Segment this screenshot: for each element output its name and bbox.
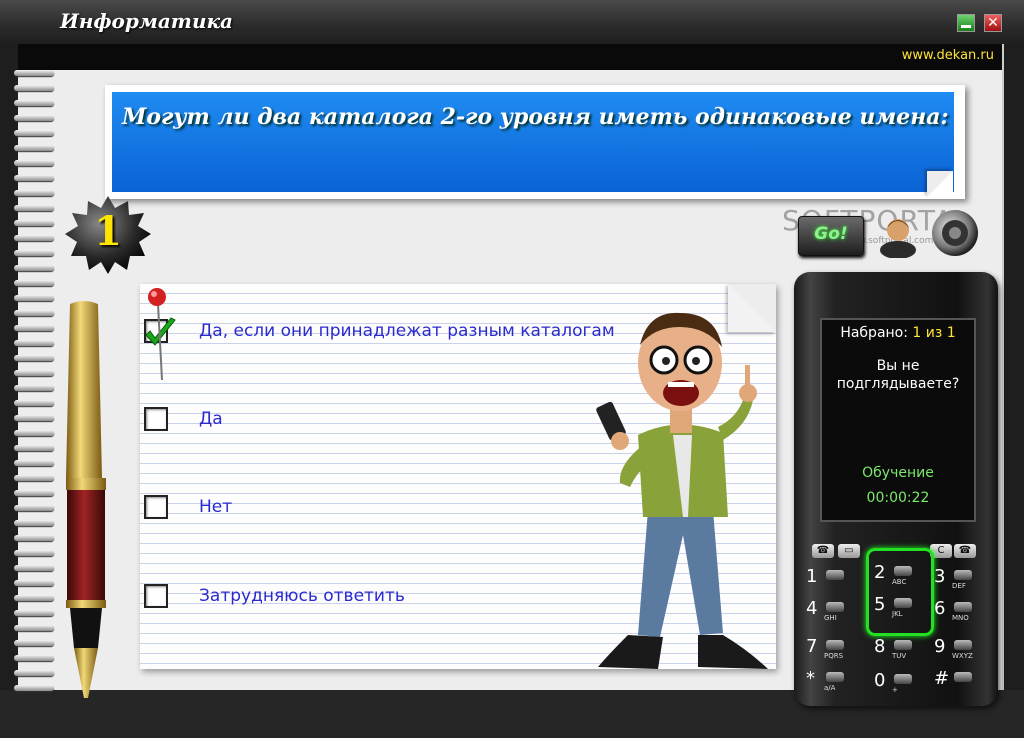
question-panel: Могут ли два каталога 2-го уровня иметь …	[112, 92, 954, 192]
notebook-ring	[14, 535, 54, 541]
key-6[interactable]: 6 MNO	[932, 598, 982, 628]
answer-option[interactable]: Да	[140, 399, 660, 439]
dialed-status: Набрано: 1 из 1	[822, 325, 974, 341]
notebook-ring	[14, 115, 54, 121]
key-7[interactable]: 7 PQRS	[804, 636, 854, 666]
key-2[interactable]: 2 ABC	[872, 562, 922, 592]
notebook-ring	[14, 160, 54, 166]
notebook-ring	[14, 505, 54, 511]
close-icon: ✕	[987, 15, 999, 31]
notebook-ring	[14, 220, 54, 226]
notebook-ring	[14, 580, 54, 586]
answer-option[interactable]: Затрудняюсь ответить	[140, 576, 660, 616]
fountain-pen-icon	[66, 301, 106, 698]
notebook-ring	[14, 640, 54, 646]
notebook-ring	[14, 280, 54, 286]
notebook-ring	[14, 430, 54, 436]
minimize-button[interactable]	[957, 14, 975, 32]
answer-label: Нет	[199, 497, 233, 517]
question-number: 1	[94, 208, 122, 255]
dialed-label: Набрано:	[840, 325, 908, 341]
notebook-ring	[14, 205, 54, 211]
key-star[interactable]: * a/A	[804, 668, 854, 698]
phone-message: Вы не подглядываете?	[822, 357, 974, 393]
notebook-ring	[14, 355, 54, 361]
mobile-phone: Набрано: 1 из 1 Вы не подглядываете? Обу…	[790, 272, 1002, 708]
answer-label: Да, если они принадлежат разным каталога…	[199, 321, 615, 341]
notebook-rings	[14, 70, 54, 700]
notebook-ring	[14, 460, 54, 466]
notebook-ring	[14, 610, 54, 616]
notebook-ring	[14, 670, 54, 676]
notebook-ring	[14, 250, 54, 256]
key-1[interactable]: 1	[804, 566, 854, 596]
go-button[interactable]: Go!	[798, 216, 864, 256]
app-title: Информатика	[60, 9, 234, 33]
close-button[interactable]: ✕	[984, 14, 1002, 32]
answer-option[interactable]: Нет	[140, 487, 660, 527]
key-4[interactable]: 4 GHI	[804, 598, 854, 628]
answer-checkbox[interactable]	[144, 407, 168, 431]
notebook-ring	[14, 130, 54, 136]
phone-message-line: Вы не	[876, 358, 920, 374]
notebook-ring	[14, 490, 54, 496]
question-text: Могут ли два каталога 2-го уровня иметь …	[122, 104, 949, 130]
notebook-ring	[14, 520, 54, 526]
key-8[interactable]: 8 TUV	[872, 636, 922, 666]
notebook-ring	[14, 85, 54, 91]
mode-label: Обучение	[862, 465, 934, 481]
pushpin-icon	[148, 288, 166, 381]
keypad: 1 2 ABC 3 DEF 4 GHI 5 JKL 6 MNO 7 PQRS 8 TUV 9W…	[804, 544, 988, 704]
notebook-ring	[14, 190, 54, 196]
phone-message-line: подглядываете?	[836, 376, 960, 392]
notebook-ring	[14, 445, 54, 451]
answer-checkbox[interactable]	[144, 495, 168, 519]
notebook-ring	[14, 400, 54, 406]
notebook-ring	[14, 100, 54, 106]
notebook-ring	[14, 685, 54, 691]
notebook-ring	[14, 415, 54, 421]
go-button-label: Go!	[814, 224, 848, 244]
answer-label: Затрудняюсь ответить	[199, 586, 405, 606]
notebook-ring	[14, 70, 54, 76]
page-curl-icon	[927, 171, 953, 197]
notebook-ring	[14, 385, 54, 391]
notebook-ring	[14, 235, 54, 241]
timer: 00:00:22	[866, 490, 930, 506]
key-5[interactable]: 5 JKL	[872, 594, 922, 624]
notebook-ring	[14, 625, 54, 631]
notebook-ring	[14, 340, 54, 346]
answer-option[interactable]: Да, если они принадлежат разным каталога…	[140, 311, 660, 351]
speaker-icon[interactable]	[928, 208, 982, 258]
notebook-ring	[14, 550, 54, 556]
answer-checkbox[interactable]	[144, 584, 168, 608]
question-number-badge: 1	[64, 194, 152, 276]
notebook-ring	[14, 265, 54, 271]
notebook-ring	[14, 565, 54, 571]
title-bar: Информатика ✕	[0, 0, 1024, 44]
notebook-ring	[14, 295, 54, 301]
notebook-ring	[14, 595, 54, 601]
cartoon-student-icon	[596, 312, 768, 669]
notebook-ring	[14, 655, 54, 661]
key-0[interactable]: 0 +	[872, 670, 922, 700]
dialed-value: 1 из 1	[912, 325, 956, 341]
notebook-ring	[14, 310, 54, 316]
key-hash[interactable]: #	[932, 668, 982, 698]
notebook-ring	[14, 145, 54, 151]
top-strip: www.dekan.ru	[18, 44, 1002, 70]
notebook-ring	[14, 475, 54, 481]
key-3[interactable]: 3 DEF	[932, 566, 982, 596]
phone-screen: Набрано: 1 из 1 Вы не подглядываете? Обу…	[820, 318, 976, 522]
site-link[interactable]: www.dekan.ru	[902, 48, 994, 63]
notebook-ring	[14, 370, 54, 376]
app-window: Информатика ✕ www.dekan.ru Могут ли два …	[0, 0, 1024, 738]
question-box: Могут ли два каталога 2-го уровня иметь …	[105, 85, 965, 199]
key-9[interactable]: 9 WXYZ	[932, 636, 982, 666]
person-bust-icon[interactable]	[876, 212, 920, 259]
notebook-ring	[14, 325, 54, 331]
notebook-ring	[14, 175, 54, 181]
answer-label: Да	[199, 409, 223, 429]
